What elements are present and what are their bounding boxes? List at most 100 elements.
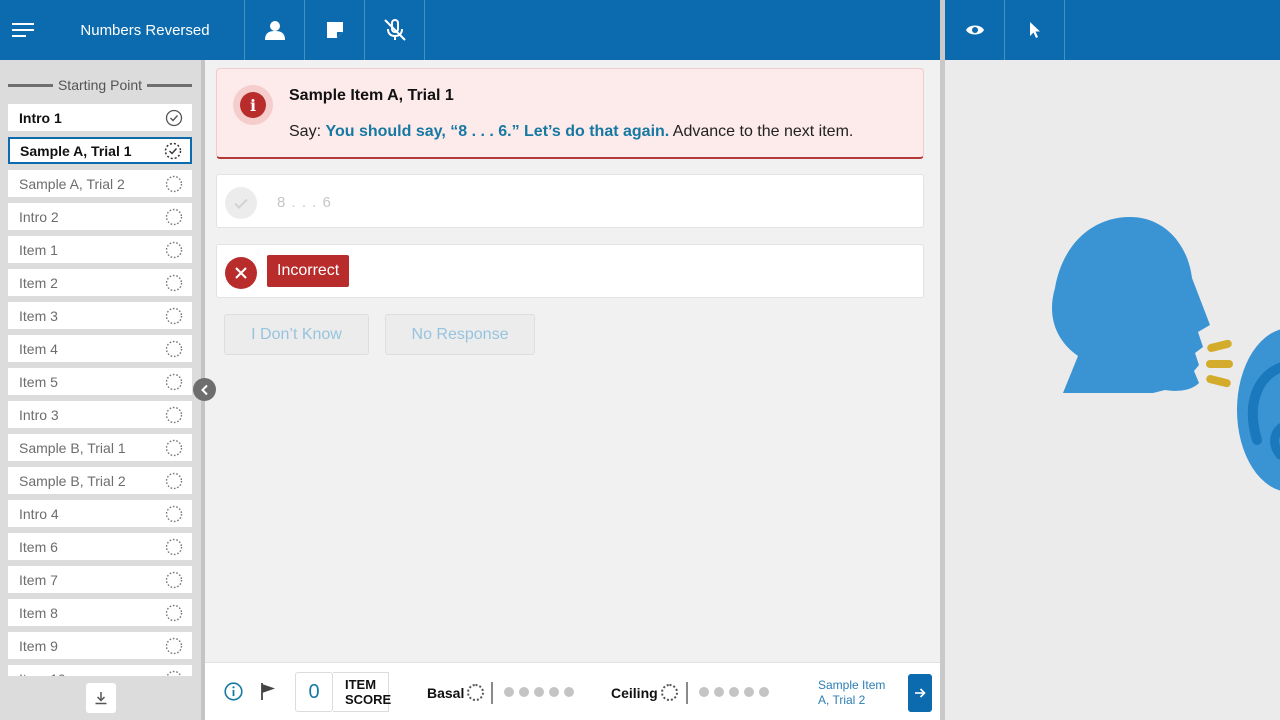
no-response-button[interactable]: No Response	[385, 314, 535, 355]
sidebar-section-heading: Starting Point	[8, 75, 192, 95]
sidebar-item[interactable]: Item 2	[8, 269, 192, 296]
sidebar-item[interactable]: Sample B, Trial 1	[8, 434, 192, 461]
pending-status-icon	[165, 274, 183, 291]
sidebar-item-label: Intro 1	[19, 109, 62, 126]
completed-check-icon	[165, 109, 183, 126]
pending-status-icon	[165, 571, 183, 588]
app-window: Numbers Reversed Starting Point Intro 1 …	[0, 0, 1280, 720]
examinee-button[interactable]	[245, 0, 305, 60]
sidebar-item[interactable]: Item 10	[8, 665, 192, 676]
item-score-label-line2: SCORE	[345, 692, 392, 707]
sidebar-item[interactable]: Intro 3	[8, 401, 192, 428]
item-score-value[interactable]: 0	[295, 672, 333, 712]
pending-status-icon	[165, 439, 183, 456]
sidebar-item-label: Item 1	[19, 241, 58, 258]
sidebar-item-label: Item 4	[19, 340, 58, 357]
sidebar-item-label: Item 8	[19, 604, 58, 621]
basal-progress-dots	[504, 687, 574, 697]
incorrect-icon[interactable]	[225, 257, 257, 289]
sidebar-item[interactable]: Item 8	[8, 599, 192, 626]
person-icon	[264, 21, 285, 40]
next-item-label[interactable]: Sample Item A, Trial 2	[818, 678, 898, 708]
sidebar-item-label: Intro 3	[19, 406, 59, 423]
ceiling-progress-dots	[699, 687, 769, 697]
pending-status-icon	[165, 307, 183, 324]
pointer-button[interactable]	[1005, 0, 1065, 60]
menu-button[interactable]	[0, 0, 46, 60]
speaking-head-illustration	[1051, 217, 1280, 491]
say-script: You should say, “8 . . . 6.” Let’s do th…	[325, 123, 670, 140]
view-toggle-button[interactable]	[945, 0, 1005, 60]
footer-bar: 0 ITEM SCORE Basal Ceiling Sample Item A…	[205, 662, 940, 720]
item-sidebar: Starting Point Intro 1 Sample A, Trial 1 S…	[0, 60, 205, 720]
in-progress-icon	[164, 142, 182, 159]
chevron-left-icon	[200, 384, 208, 395]
sidebar-item-label: Item 9	[19, 637, 58, 654]
pending-status-icon	[165, 373, 183, 390]
item-list[interactable]: Intro 1 Sample A, Trial 1 Sample A, Trial …	[8, 104, 192, 676]
sidebar-item-label: Sample A, Trial 1	[20, 142, 132, 159]
pending-status-icon	[165, 472, 183, 489]
instruction-alert: i Sample Item A, Trial 1 Say: You should…	[216, 68, 924, 159]
sidebar-item[interactable]: Intro 1	[8, 104, 192, 131]
sidebar-item[interactable]: Intro 2	[8, 203, 192, 230]
sidebar-item[interactable]: Item 6	[8, 533, 192, 560]
incorrect-button[interactable]: Incorrect	[267, 255, 350, 287]
collapse-sidebar-button[interactable]	[193, 378, 216, 401]
sidebar-item[interactable]: Sample A, Trial 2	[8, 170, 192, 197]
sidebar-item-label: Sample B, Trial 1	[19, 439, 126, 456]
sidebar-item-label: Item 7	[19, 571, 58, 588]
correct-answer-row: 8 . . . 6	[216, 174, 924, 228]
check-icon[interactable]	[225, 187, 257, 219]
say-prefix: Say:	[289, 123, 322, 140]
sidebar-item-label: Intro 2	[19, 208, 59, 225]
sidebar-item[interactable]: Item 1	[8, 236, 192, 263]
note-icon	[326, 22, 343, 38]
hamburger-menu-icon	[12, 23, 34, 37]
sidebar-item[interactable]: Sample B, Trial 2	[8, 467, 192, 494]
info-icon: i	[233, 85, 273, 125]
ceiling-status-icon	[661, 684, 678, 701]
download-icon	[95, 692, 106, 705]
alert-title: Sample Item A, Trial 1	[289, 87, 454, 104]
sidebar-item-label: Item 5	[19, 373, 58, 390]
sidebar-item[interactable]: Item 9	[8, 632, 192, 659]
microphone-off-icon	[383, 19, 406, 41]
sidebar-item-label: Item 2	[19, 274, 58, 291]
info-circle-icon[interactable]	[224, 682, 243, 701]
sidebar-item-label: Sample B, Trial 2	[19, 472, 126, 489]
alert-instruction: Say: You should say, “8 . . . 6.” Let’s …	[289, 123, 853, 141]
main-content: i Sample Item A, Trial 1 Say: You should…	[205, 60, 940, 660]
sidebar-item[interactable]: Intro 4	[8, 500, 192, 527]
eye-icon	[965, 25, 984, 35]
download-button[interactable]	[85, 683, 116, 713]
score-row: Incorrect	[216, 244, 924, 298]
pending-status-icon	[165, 208, 183, 225]
ceiling-divider	[686, 682, 688, 704]
examinee-stimulus-pane	[945, 60, 1280, 720]
examinee-view-bar	[945, 0, 1280, 60]
pending-status-icon	[165, 604, 183, 621]
sidebar-item[interactable]: Item 3	[8, 302, 192, 329]
sidebar-item[interactable]: Item 4	[8, 335, 192, 362]
dont-know-button[interactable]: I Don’t Know	[224, 314, 369, 355]
basal-label: Basal	[427, 685, 465, 701]
microphone-button[interactable]	[365, 0, 425, 60]
item-score-label-line1: ITEM	[345, 677, 377, 692]
pending-status-icon	[165, 406, 183, 423]
next-item-button[interactable]	[908, 674, 932, 712]
sidebar-item[interactable]: Sample A, Trial 1	[8, 137, 192, 164]
arrow-right-icon	[915, 688, 926, 698]
flag-icon[interactable]	[260, 682, 277, 701]
test-title: Numbers Reversed	[46, 0, 245, 60]
sidebar-item[interactable]: Item 5	[8, 368, 192, 395]
pending-status-icon	[165, 340, 183, 357]
pointer-icon	[1029, 22, 1040, 38]
sidebar-item-label: Sample A, Trial 2	[19, 175, 125, 192]
sidebar-item[interactable]: Item 7	[8, 566, 192, 593]
notes-button[interactable]	[305, 0, 365, 60]
basal-status-icon	[467, 684, 484, 701]
sidebar-item-label: Item 3	[19, 307, 58, 324]
pending-status-icon	[165, 175, 183, 192]
sidebar-item-label: Item 6	[19, 538, 58, 555]
